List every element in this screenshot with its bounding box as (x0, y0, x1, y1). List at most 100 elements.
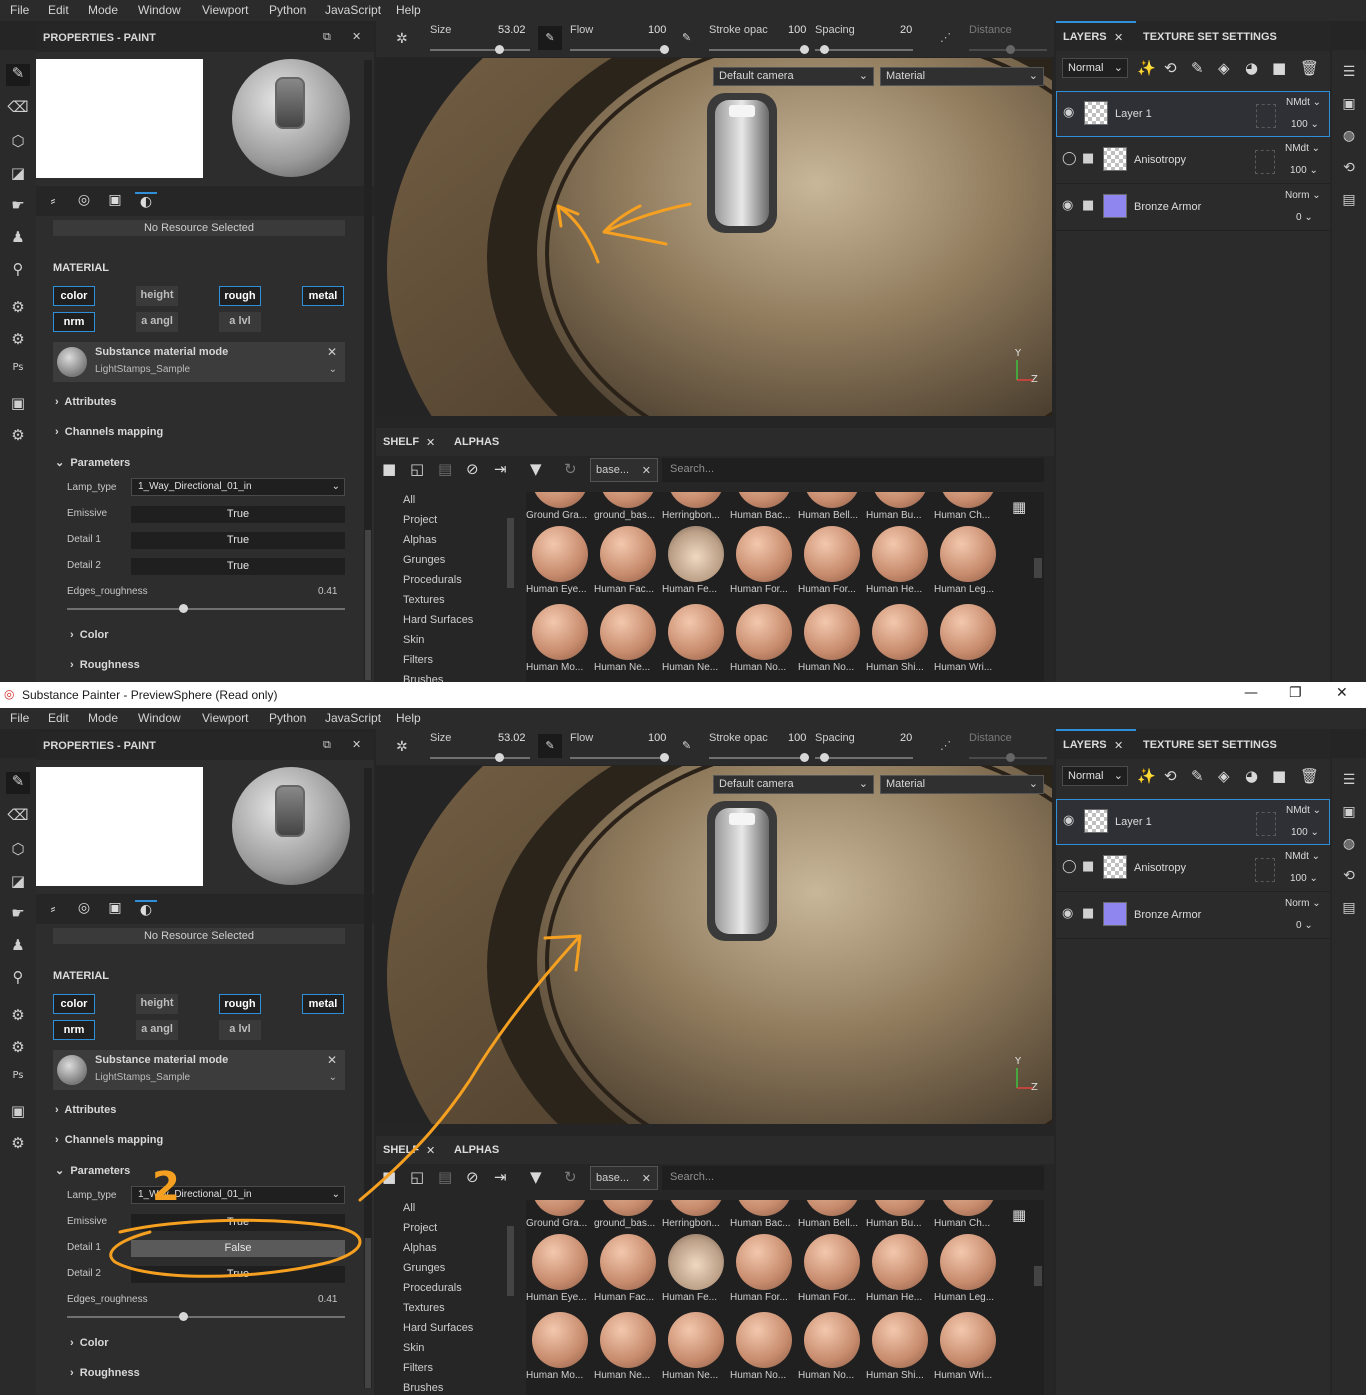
filter-icon[interactable]: ▼ (530, 1168, 542, 1186)
shelf-asset[interactable]: Human For... (798, 1234, 864, 1312)
stroke-opacity-slider[interactable] (709, 49, 807, 51)
layer-row-anisotropy[interactable]: ◯ ■ Anisotropy NMdt ⌄ 100 ⌄ (1056, 138, 1330, 184)
projection-icon[interactable]: ⬡ (6, 840, 30, 862)
projection-icon[interactable]: ⬡ (6, 132, 30, 154)
layer-blend-mode[interactable]: NMdt ⌄ (1286, 97, 1321, 108)
emissive-toggle[interactable]: True (131, 1214, 345, 1231)
edges-roughness-slider[interactable] (67, 1316, 345, 1318)
shelf-asset[interactable]: Human Ne... (594, 1312, 660, 1390)
shelf-search-input[interactable]: Search... (662, 458, 1044, 482)
refresh-icon[interactable]: ↻ (564, 460, 577, 478)
spacing-knob[interactable] (820, 45, 829, 54)
pen-pressure-icon[interactable]: ✎ (682, 739, 691, 752)
layer-mask[interactable] (1256, 104, 1276, 128)
shelf-asset[interactable]: Human Bell... (798, 492, 864, 530)
history-icon[interactable]: ⟲ (1340, 868, 1358, 886)
tab-shelf[interactable]: SHELF (383, 436, 419, 448)
layer-mask[interactable] (1256, 812, 1276, 836)
remove-material-icon[interactable]: ✕ (327, 1053, 337, 1067)
layer-mask[interactable] (1255, 150, 1275, 174)
alpha-tab-icon[interactable]: ◎ (73, 192, 95, 212)
category-grunges[interactable]: Grunges (403, 554, 445, 566)
channel-color-button[interactable]: color (53, 286, 95, 306)
brush-tab-icon[interactable]: ⸗ (42, 900, 64, 920)
stencil-tab-icon[interactable]: ▣ (104, 900, 126, 920)
assets-scrollbar[interactable] (1034, 1266, 1042, 1286)
photoshop-icon[interactable]: Ps (6, 362, 30, 384)
channel-rough-button[interactable]: rough (219, 994, 261, 1014)
shelf-asset[interactable]: Human Wri... (934, 1312, 1000, 1390)
3d-viewport[interactable]: Default camera ⌄ Material ⌄ Y Z (377, 766, 1052, 1124)
edges-roughness-knob[interactable] (179, 1312, 188, 1321)
shelf-asset[interactable]: Human Fe... (662, 526, 728, 604)
bake-icon[interactable]: ⚙ (6, 1006, 30, 1028)
import-icon[interactable]: ⇥ (494, 460, 507, 478)
settings-icon[interactable]: ⚙ (6, 426, 30, 448)
category-procedurals[interactable]: Procedurals (403, 574, 462, 586)
channel-a-lvl-button[interactable]: a lvl (219, 1020, 261, 1040)
channels-mapping-section[interactable]: › Channels mapping (55, 1134, 163, 1146)
close-icon[interactable]: ✕ (352, 30, 361, 43)
clone-stamp-icon[interactable]: ♟ (6, 936, 30, 958)
shelf-asset[interactable]: Human For... (798, 526, 864, 604)
roughness-section[interactable]: › Roughness (70, 1367, 140, 1379)
layer-opacity[interactable]: 100 ⌄ (1291, 119, 1319, 130)
polygon-fill-icon[interactable]: ◪ (6, 872, 30, 894)
category-filters[interactable]: Filters (403, 654, 433, 666)
shelf-asset[interactable]: Human Fe... (662, 1234, 728, 1312)
shelf-asset[interactable]: Herringbon... (662, 1200, 728, 1238)
edges-roughness-slider[interactable] (67, 608, 345, 610)
category-procedurals[interactable]: Procedurals (403, 1282, 462, 1294)
color-picker-icon[interactable]: ⚲ (6, 260, 30, 282)
close-icon[interactable]: ✕ (642, 1172, 651, 1185)
flow-value[interactable]: 100 (648, 24, 666, 36)
layer-row-bronze-armor[interactable]: ◉ ■ Bronze Armor Norm ⌄ 0 ⌄ (1056, 185, 1330, 231)
symmetry-icon[interactable]: ✲ (396, 31, 408, 47)
properties-scrollbar[interactable] (364, 60, 372, 680)
layer-blend-mode[interactable]: NMdt ⌄ (1285, 851, 1320, 862)
stroke-opacity-knob[interactable] (800, 753, 809, 762)
add-effect-icon[interactable]: ✨ (1137, 767, 1156, 785)
menu-help[interactable]: Help (396, 3, 421, 17)
channel-a-lvl-button[interactable]: a lvl (219, 312, 261, 332)
hide-icon[interactable]: ⊘ (466, 1168, 479, 1186)
category-project[interactable]: Project (403, 514, 437, 526)
substance-material-mode[interactable]: Substance material mode LightStamps_Samp… (53, 1050, 345, 1090)
history-icon[interactable]: ⟲ (1340, 160, 1358, 178)
close-shelf-icon[interactable]: ✕ (426, 436, 435, 449)
shelf-asset[interactable]: Human For... (730, 526, 796, 604)
shelf-asset[interactable]: Human Fac... (594, 526, 660, 604)
add-mask-icon[interactable]: ⟲ (1164, 59, 1177, 77)
pen-pressure-icon[interactable]: ✎ (538, 26, 562, 50)
shelf-asset[interactable]: Human Bell... (798, 1200, 864, 1238)
emissive-toggle[interactable]: True (131, 506, 345, 523)
display-mode-select[interactable]: Material ⌄ (880, 775, 1044, 794)
tab-alphas[interactable]: ALPHAS (454, 436, 499, 448)
channel-metal-button[interactable]: metal (302, 994, 344, 1014)
export-icon[interactable]: ▣ (6, 394, 30, 416)
assets-scrollbar[interactable] (1034, 558, 1042, 578)
category-textures[interactable]: Textures (403, 1302, 445, 1314)
layer-opacity[interactable]: 0 ⌄ (1296, 920, 1313, 931)
visibility-eye-icon[interactable]: ◉ (1062, 198, 1073, 213)
add-effect-icon[interactable]: ✨ (1137, 59, 1156, 77)
color-section[interactable]: › Color (70, 1337, 109, 1349)
display-settings-icon[interactable]: ◍ (1340, 128, 1358, 146)
filter-icon[interactable]: ▼ (530, 460, 542, 478)
category-skin[interactable]: Skin (403, 634, 424, 646)
shelf-asset[interactable]: Human Ne... (594, 604, 660, 682)
parameters-section[interactable]: ⌄ Parameters (55, 1164, 130, 1177)
log-icon[interactable]: ▤ (1340, 900, 1358, 918)
shelf-asset[interactable]: Human Shi... (866, 1312, 932, 1390)
add-smart-material-icon[interactable]: ◕ (1245, 59, 1258, 77)
shelf-asset[interactable]: Human Bu... (866, 492, 932, 530)
texture-set-icon[interactable]: ▣ (1340, 804, 1358, 822)
menu-python[interactable]: Python (269, 711, 306, 725)
stroke-opacity-value[interactable]: 100 (788, 732, 806, 744)
properties-scrollbar[interactable] (364, 768, 372, 1388)
shelf-asset[interactable]: ground_bas... (594, 1200, 660, 1238)
category-hard-surfaces[interactable]: Hard Surfaces (403, 614, 473, 626)
eraser-icon[interactable]: ⌫ (6, 806, 30, 828)
attributes-section[interactable]: › Attributes (55, 396, 116, 408)
category-alphas[interactable]: Alphas (403, 1242, 437, 1254)
